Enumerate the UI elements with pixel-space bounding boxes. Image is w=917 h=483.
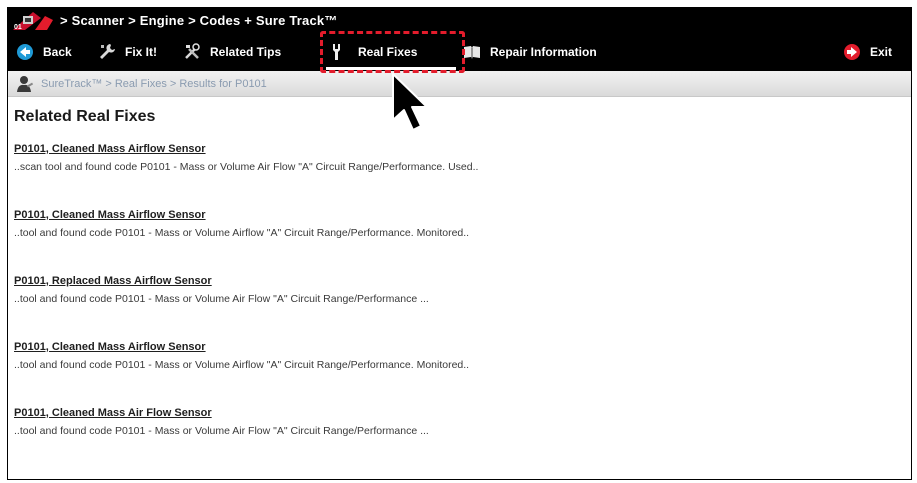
related-tips-label: Related Tips bbox=[210, 45, 282, 59]
fix-title-link[interactable]: P0101, Cleaned Mass Airflow Sensor bbox=[14, 143, 206, 155]
exit-label: Exit bbox=[870, 45, 893, 59]
fix-snippet: ..tool and found code P0101 - Mass or Vo… bbox=[14, 227, 470, 239]
title-bar: 01 > Scanner > Engine > Codes + Sure Tra… bbox=[8, 8, 911, 33]
results-content: Related Real Fixes P0101, Cleaned Mass A… bbox=[14, 108, 894, 469]
back-label: Back bbox=[43, 45, 72, 59]
fix-snippet: ..tool and found code P0101 - Mass or Vo… bbox=[14, 359, 470, 371]
back-arrow-icon bbox=[16, 43, 34, 61]
fix-it-label: Fix It! bbox=[125, 45, 157, 59]
fix-title-link[interactable]: P0101, Replaced Mass Airflow Sensor bbox=[14, 275, 212, 287]
title-breadcrumb: > Scanner > Engine > Codes + Sure Track™ bbox=[60, 13, 338, 28]
svg-text:01: 01 bbox=[14, 24, 22, 31]
book-icon bbox=[463, 43, 481, 61]
fix-snippet: ..tool and found code P0101 - Mass or Vo… bbox=[14, 425, 429, 437]
toolbar: Back Fix It! Related Tips Real Fixes Rep… bbox=[8, 33, 911, 71]
list-item: P0101, Cleaned Mass Airflow Sensor ..sca… bbox=[14, 139, 894, 173]
real-fixes-tab[interactable]: Real Fixes bbox=[331, 37, 417, 67]
wrench-icon bbox=[331, 43, 349, 61]
list-item: P0101, Cleaned Mass Airflow Sensor ..too… bbox=[14, 205, 894, 239]
fix-title-link[interactable]: P0101, Cleaned Mass Air Flow Sensor bbox=[14, 407, 212, 419]
breadcrumb: SureTrack™ > Real Fixes > Results for P0… bbox=[8, 71, 911, 97]
list-item: P0101, Cleaned Mass Air Flow Sensor ..to… bbox=[14, 403, 894, 437]
repair-information-button[interactable]: Repair Information bbox=[463, 37, 597, 67]
breadcrumb-text: SureTrack™ > Real Fixes > Results for P0… bbox=[41, 77, 267, 90]
wrench-icon bbox=[98, 43, 116, 61]
fix-it-button[interactable]: Fix It! bbox=[98, 37, 157, 67]
fix-title-link[interactable]: P0101, Cleaned Mass Airflow Sensor bbox=[14, 209, 206, 221]
exit-button[interactable]: Exit bbox=[843, 37, 892, 67]
related-tips-button[interactable]: Related Tips bbox=[183, 37, 281, 67]
fix-snippet: ..tool and found code P0101 - Mass or Vo… bbox=[14, 293, 429, 305]
app-window: 01 > Scanner > Engine > Codes + Sure Tra… bbox=[7, 7, 912, 480]
exit-icon bbox=[843, 43, 861, 61]
back-button[interactable]: Back bbox=[16, 37, 72, 67]
list-item: P0101, Cleaned Mass Airflow Sensor ..too… bbox=[14, 337, 894, 371]
active-tab-indicator bbox=[326, 67, 456, 70]
repair-information-label: Repair Information bbox=[490, 45, 597, 59]
section-title: Related Real Fixes bbox=[14, 108, 156, 125]
fix-title-link[interactable]: P0101, Cleaned Mass Airflow Sensor bbox=[14, 341, 206, 353]
fix-snippet: ..scan tool and found code P0101 - Mass … bbox=[14, 161, 479, 173]
real-fixes-label: Real Fixes bbox=[358, 45, 418, 59]
user-tool-icon bbox=[15, 74, 35, 94]
list-item: P0101, Replaced Mass Airflow Sensor ..to… bbox=[14, 271, 894, 305]
tools-icon bbox=[183, 43, 201, 61]
app-logo-icon: 01 bbox=[11, 9, 55, 32]
